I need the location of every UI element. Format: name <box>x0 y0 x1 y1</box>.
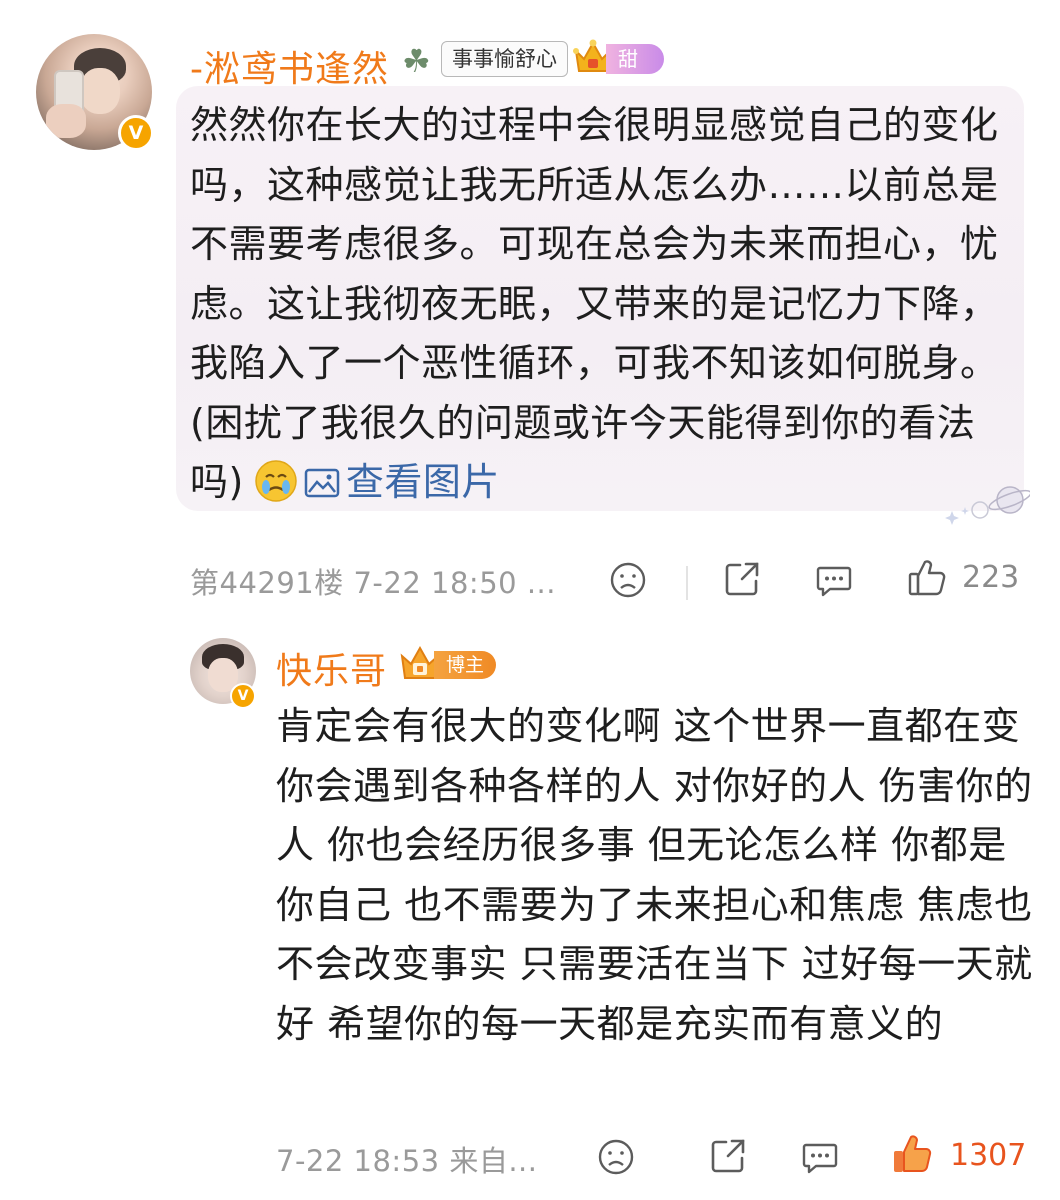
comment-time: 7-22 18:50 <box>353 566 518 600</box>
vip-badge[interactable]: 甜粥 <box>572 37 664 101</box>
comment-body: 然然你在长大的过程中会很明显感觉自己的变化吗，这种感觉让我无所适从怎么办……以前… <box>190 103 999 504</box>
replier-username[interactable]: 快乐哥 <box>276 642 387 694</box>
view-image-label: 查看图片 <box>345 460 500 504</box>
reply-source[interactable]: 来自... <box>449 1144 537 1178</box>
verified-badge-icon: V <box>118 115 154 151</box>
reply-icon[interactable] <box>800 1137 840 1177</box>
image-icon <box>304 468 340 498</box>
host-label: 博主 <box>434 651 497 679</box>
share-icon[interactable] <box>722 559 762 599</box>
share-icon[interactable] <box>708 1136 748 1176</box>
reply-time: 7-22 18:53 <box>276 1144 440 1178</box>
vip-label: 甜粥 <box>606 44 664 101</box>
comment-meta: 第44291楼 7-22 18:50 ... <box>190 560 556 602</box>
comment-text: 然然你在长大的过程中会很明显感觉自己的变化吗，这种感觉让我无所适从怎么办……以前… <box>190 96 1020 513</box>
crying-emoji-icon <box>255 460 297 502</box>
like-icon[interactable] <box>906 556 948 598</box>
fan-badge[interactable]: 事事愉舒心 <box>441 41 568 77</box>
view-image-link[interactable]: 查看图片 <box>304 460 500 504</box>
more-dots[interactable]: ... <box>527 566 556 600</box>
dislike-sad-icon[interactable] <box>608 560 648 600</box>
dislike-sad-icon[interactable] <box>596 1137 636 1177</box>
host-badge: 博主 <box>398 644 498 684</box>
action-divider <box>686 566 688 600</box>
like-count: 223 <box>962 560 1020 595</box>
clover-icon: ☘ <box>402 42 431 80</box>
reply-text: 肯定会有很大的变化啊 这个世界一直都在变 你会遇到各种各样的人 对你好的人 伤害… <box>276 704 1033 1046</box>
reply-meta: 7-22 18:53 来自... <box>276 1138 537 1180</box>
commenter-username[interactable]: -淞鸢书逢然 <box>190 40 389 92</box>
liked-icon[interactable] <box>890 1132 934 1176</box>
planet-decoration-icon <box>945 486 1030 525</box>
verified-badge-icon: V <box>230 683 256 709</box>
like-count: 1307 <box>950 1138 1027 1173</box>
reply-icon[interactable] <box>814 560 854 600</box>
floor-number: 第44291楼 <box>190 566 344 600</box>
